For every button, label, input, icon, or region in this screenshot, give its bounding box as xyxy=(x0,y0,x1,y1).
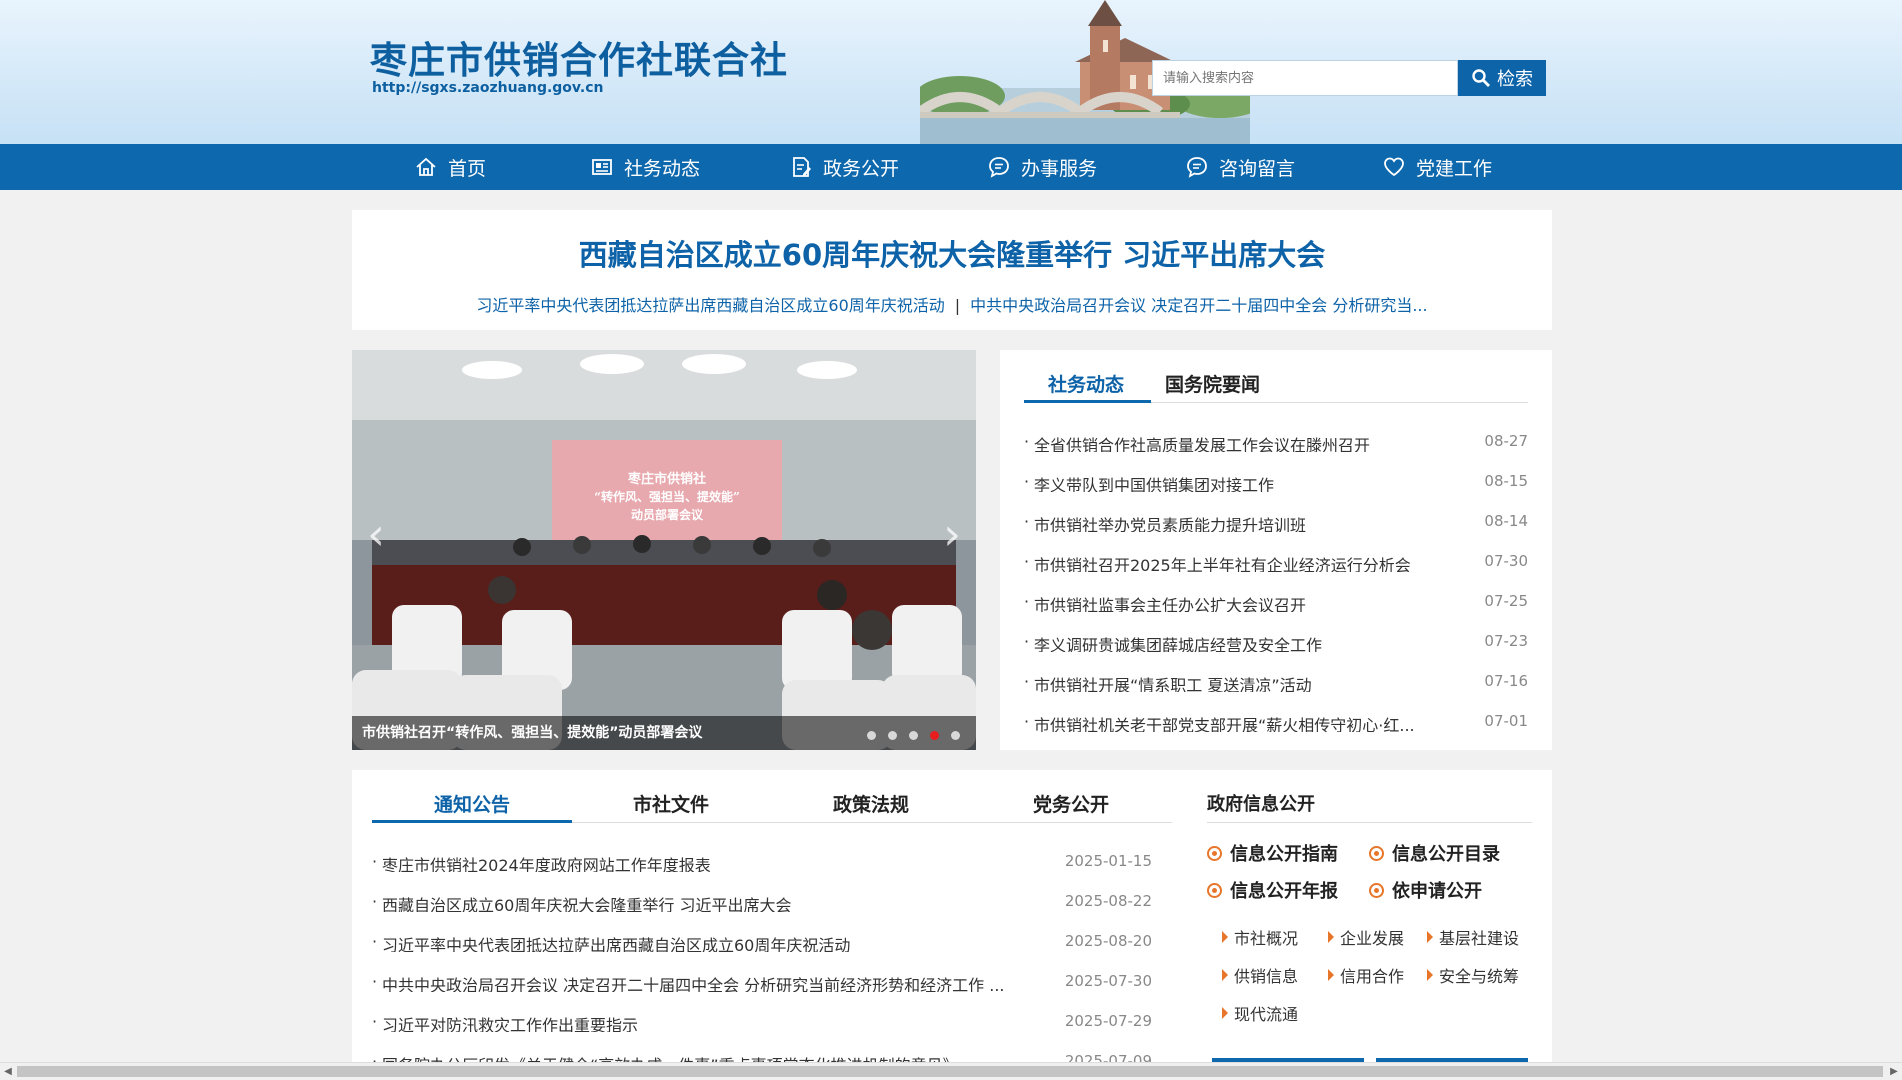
list-item[interactable]: · 习近平对防汛救灾工作作出重要指示 2025-07-29 xyxy=(372,1012,1152,1032)
search-button[interactable]: 检索 xyxy=(1458,60,1546,96)
tab-active-underline xyxy=(1024,400,1151,403)
gov-info-guide-link[interactable]: 信息公开指南 xyxy=(1207,840,1338,866)
nav-item-consult[interactable]: 咨询留言 xyxy=(1185,144,1295,190)
notice-panel: 通知公告 市社文件 政策法规 党务公开 · 枣庄市供销社2024年度政府网站工作年… xyxy=(352,770,1552,1062)
category-link[interactable]: 供销信息 xyxy=(1222,963,1298,987)
search-icon xyxy=(1472,69,1490,87)
tab-party-affairs[interactable]: 党务公开 xyxy=(1033,790,1109,817)
slider-dot[interactable] xyxy=(867,731,876,740)
nav-item-label: 党建工作 xyxy=(1416,157,1493,180)
list-item[interactable]: · 市供销社召开2025年上半年社有企业经济运行分析会 07-30 xyxy=(1024,552,1528,572)
slider-dot[interactable] xyxy=(951,731,960,740)
list-item[interactable]: · 枣庄市供销社2024年度政府网站工作年度报表 2025-01-15 xyxy=(372,852,1152,872)
gov-info-request-link[interactable]: 依申请公开 xyxy=(1369,877,1482,903)
category-link[interactable]: 市社概况 xyxy=(1222,925,1298,949)
list-item[interactable]: · 习近平率中央代表团抵达拉萨出席西藏自治区成立60周年庆祝活动 2025-08-2… xyxy=(372,932,1152,952)
nav-item-party[interactable]: 党建工作 xyxy=(1382,144,1492,190)
list-item[interactable]: · 全省供销合作社高质量发展工作会议在滕州召开 08-27 xyxy=(1024,432,1528,452)
headline-banner: 西藏自治区成立60周年庆祝大会隆重举行 习近平出席大会 习近平率中央代表团抵达拉… xyxy=(352,210,1552,330)
tab-association-news[interactable]: 社务动态 xyxy=(1048,370,1124,397)
nav-item-label: 政务公开 xyxy=(823,157,900,180)
site-title: 枣庄市供销合作社联合社 xyxy=(370,39,788,82)
nav-item-news[interactable]: 社务动态 xyxy=(590,144,700,190)
horizontal-scrollbar[interactable]: ◀ ▶ xyxy=(0,1062,1902,1080)
scroll-left-arrow-icon[interactable]: ◀ xyxy=(0,1063,16,1080)
headline-sub-links: 习近平率中央代表团抵达拉萨出席西藏自治区成立60周年庆祝活动 | 中共中央政治局召开… xyxy=(352,292,1552,316)
nav-item-services[interactable]: 办事服务 xyxy=(987,144,1097,190)
main-nav: 首页 社务动态 政务公开 办事服务 咨询留言 党建工作 xyxy=(0,144,1902,190)
news-panel: 社务动态 国务院要闻 · 全省供销合作社高质量发展工作会议在滕州召开 08-27 ·… xyxy=(1000,350,1552,750)
caret-right-icon xyxy=(1427,969,1433,981)
nav-item-label: 咨询留言 xyxy=(1219,157,1296,180)
banner-line-1: 枣庄市供销社 xyxy=(627,471,706,487)
headline-title[interactable]: 西藏自治区成立60周年庆祝大会隆重举行 习近平出席大会 xyxy=(352,232,1552,274)
caret-right-icon xyxy=(1222,931,1228,943)
slider-prev-arrow[interactable]: ‹ xyxy=(356,500,396,570)
list-item[interactable]: ·国务院办公厅印发《关于健全“高效办成一件事”重点事项常态化推进机制的意见》20… xyxy=(372,1052,1152,1062)
caret-right-icon xyxy=(1222,1007,1228,1019)
gov-info-title: 政府信息公开 xyxy=(1207,794,1315,815)
caret-right-icon xyxy=(1222,969,1228,981)
photo-slider[interactable]: 枣庄市供销社 “转作风、强担当、提效能” 动员部署会议 ‹ › 市供销社召开“转… xyxy=(352,350,976,750)
list-item[interactable]: · 市供销社机关老干部党支部开展“薪火相传守初心·红... 07-01 xyxy=(1024,712,1528,732)
list-item[interactable]: · 西藏自治区成立60周年庆祝大会隆重举行 习近平出席大会 2025-08-22 xyxy=(372,892,1152,912)
category-link[interactable]: 信用合作 xyxy=(1328,963,1404,987)
chat-bubble-icon xyxy=(1187,157,1207,178)
category-link[interactable]: 现代流通 xyxy=(1222,1001,1298,1025)
slider-dot[interactable] xyxy=(909,731,918,740)
home-icon xyxy=(416,157,436,176)
slider-dot[interactable] xyxy=(888,731,897,740)
newspaper-icon xyxy=(592,159,612,175)
meeting-photo: 枣庄市供销社 “转作风、强担当、提效能” 动员部署会议 xyxy=(352,350,976,750)
caret-right-icon xyxy=(1328,931,1334,943)
target-icon xyxy=(1207,882,1222,898)
list-item[interactable]: · 市供销社举办党员素质能力提升培训班 08-14 xyxy=(1024,512,1528,532)
heart-icon xyxy=(1384,157,1404,177)
chat-bubble-icon xyxy=(989,157,1009,178)
category-link[interactable]: 基层社建设 xyxy=(1427,925,1519,949)
banner-line-2: “转作风、强担当、提效能” xyxy=(594,489,740,504)
tab-state-council-news[interactable]: 国务院要闻 xyxy=(1165,370,1260,397)
list-item[interactable]: · 中共中央政治局召开会议 决定召开二十届四中全会 分析研究当前经济形势和经济工作… xyxy=(372,972,1152,992)
nav-item-home[interactable]: 首页 xyxy=(414,144,486,190)
caret-right-icon xyxy=(1427,931,1433,943)
caret-right-icon xyxy=(1328,969,1334,981)
scroll-right-arrow-icon[interactable]: ▶ xyxy=(1886,1063,1902,1080)
target-icon xyxy=(1207,845,1222,861)
slider-caption[interactable]: 市供销社召开“转作风、强担当、提效能”动员部署会议 xyxy=(352,716,976,750)
tab-active-underline xyxy=(372,820,572,823)
gov-info-divider xyxy=(1207,822,1532,823)
search-button-label: 检索 xyxy=(1497,69,1533,90)
headline-sub-link-right[interactable]: 中共中央政治局召开会议 决定召开二十届四中全会 分析研究当... xyxy=(970,296,1427,315)
list-item[interactable]: · 李义调研贵诚集团薛城店经营及安全工作 07-23 xyxy=(1024,632,1528,652)
target-icon xyxy=(1369,845,1384,861)
gov-info-annual-report-link[interactable]: 信息公开年报 xyxy=(1207,877,1338,903)
target-icon xyxy=(1369,882,1384,898)
nav-item-gov-affairs[interactable]: 政务公开 xyxy=(789,144,899,190)
tab-association-documents[interactable]: 市社文件 xyxy=(633,790,709,817)
scrollbar-thumb[interactable] xyxy=(17,1066,1883,1077)
category-link[interactable]: 企业发展 xyxy=(1328,925,1404,949)
banner-line-3: 动员部署会议 xyxy=(631,507,704,522)
category-link[interactable]: 安全与统筹 xyxy=(1427,963,1519,987)
headline-sub-link-left[interactable]: 习近平率中央代表团抵达拉萨出席西藏自治区成立60周年庆祝活动 xyxy=(476,296,944,315)
search-input[interactable] xyxy=(1152,60,1458,96)
site-url[interactable]: http://sgxs.zaozhuang.gov.cn xyxy=(372,80,604,96)
list-item[interactable]: · 市供销社监事会主任办公扩大会议召开 07-25 xyxy=(1024,592,1528,612)
tab-policies-regulations[interactable]: 政策法规 xyxy=(833,790,909,817)
document-edit-icon xyxy=(793,157,811,177)
nav-item-label: 办事服务 xyxy=(1021,157,1098,180)
gov-info-catalog-link[interactable]: 信息公开目录 xyxy=(1369,840,1500,866)
slider-next-arrow[interactable]: › xyxy=(932,500,972,570)
headline-separator: | xyxy=(954,296,961,315)
site-header: 枣庄市供销合作社联合社 http://sgxs.zaozhuang.gov.cn… xyxy=(0,0,1902,144)
nav-item-label: 首页 xyxy=(448,157,487,180)
tab-notices[interactable]: 通知公告 xyxy=(434,790,510,817)
slider-dot-active[interactable] xyxy=(930,731,939,740)
list-item[interactable]: · 李义带队到中国供销集团对接工作 08-15 xyxy=(1024,472,1528,492)
list-item[interactable]: · 市供销社开展“情系职工 夏送清凉”活动 07-16 xyxy=(1024,672,1528,692)
nav-item-label: 社务动态 xyxy=(624,157,701,180)
